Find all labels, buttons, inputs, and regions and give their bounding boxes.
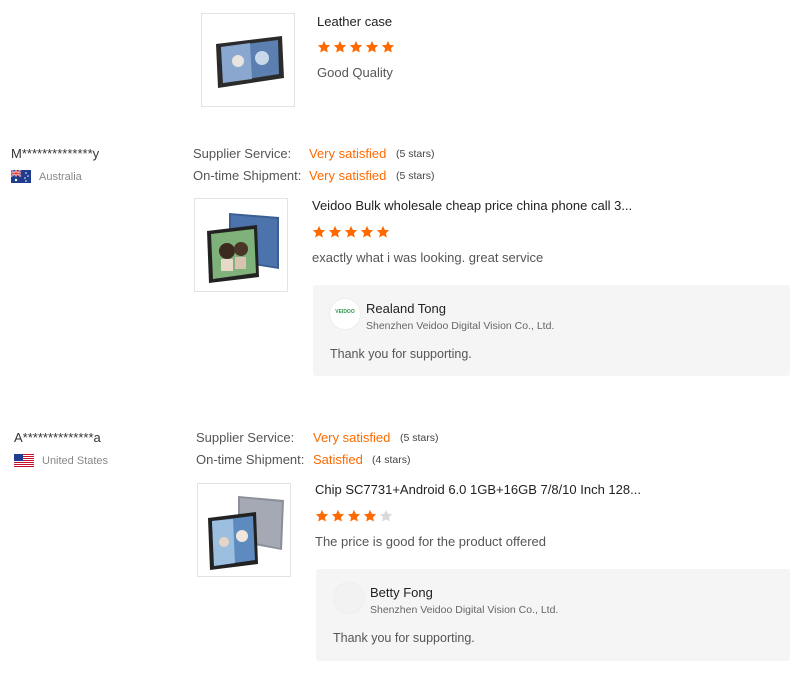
shipment-label: On-time Shipment: [193,168,302,183]
star-filled-icon [315,509,329,522]
star-filled-icon [317,40,331,53]
tablet-image [208,496,284,570]
rating-stars [315,509,393,523]
shipment-stars: (4 stars) [372,454,411,466]
star-filled-icon [331,509,345,522]
country-name: United States [42,454,109,467]
buyer-country: United States [14,454,108,467]
star-filled-icon [333,40,347,53]
supplier-reply: VEIDOO Realand Tong Shenzhen Veidoo Digi… [313,285,790,376]
supplier-service-stars: (5 stars) [400,432,439,444]
star-filled-icon [312,225,326,238]
tablet-image [207,213,279,283]
supplier-service-value: Very satisfied [309,146,387,161]
review-comment: The price is good for the product offere… [315,534,547,549]
product-title[interactable]: Leather case [317,14,392,29]
star-filled-icon [376,225,390,238]
supplier-service-stars: (5 stars) [396,148,435,160]
supplier-service-label: Supplier Service: [193,146,292,161]
buyer-country: Australia [11,170,82,183]
star-filled-icon [365,40,379,53]
shipment-value: Very satisfied [309,168,387,183]
reply-author: Realand Tong [366,301,446,316]
star-filled-icon [381,40,395,53]
star-filled-icon [328,225,342,238]
shipment-label: On-time Shipment: [196,452,305,467]
australia-flag-icon [11,170,31,183]
reply-company: Shenzhen Veidoo Digital Vision Co., Ltd. [370,604,559,616]
tablet-image [216,36,284,88]
supplier-service-value: Very satisfied [313,430,391,445]
product-title[interactable]: Veidoo Bulk wholesale cheap price china … [312,198,632,213]
star-filled-icon [347,509,361,522]
star-filled-icon [360,225,374,238]
buyer-name: M**************y [11,146,100,161]
product-thumbnail[interactable] [194,198,288,292]
product-title[interactable]: Chip SC7731+Android 6.0 1GB+16GB 7/8/10 … [315,482,641,497]
rating-stars [312,225,390,239]
shipment-value: Satisfied [313,452,363,467]
star-filled-icon [344,225,358,238]
supplier-logo [333,582,365,614]
logo-text: VEIDOO [335,309,355,315]
reply-author: Betty Fong [370,585,433,600]
star-empty-icon [379,509,393,522]
reply-text: Thank you for supporting. [330,347,472,361]
star-filled-icon [363,509,377,522]
usa-flag-icon [14,454,34,467]
shipment-stars: (5 stars) [396,170,435,182]
buyer-name: A**************a [14,430,101,445]
reply-company: Shenzhen Veidoo Digital Vision Co., Ltd. [366,320,555,332]
review-comment: exactly what i was looking. great servic… [312,250,544,265]
product-thumbnail[interactable] [201,13,295,107]
reply-text: Thank you for supporting. [333,631,475,645]
review-comment: Good Quality [317,65,393,80]
supplier-service-label: Supplier Service: [196,430,295,445]
star-filled-icon [349,40,363,53]
rating-stars [317,40,395,54]
supplier-logo: VEIDOO [329,298,361,330]
supplier-reply: Betty Fong Shenzhen Veidoo Digital Visio… [316,569,790,661]
product-thumbnail[interactable] [197,483,291,577]
country-name: Australia [39,170,82,183]
